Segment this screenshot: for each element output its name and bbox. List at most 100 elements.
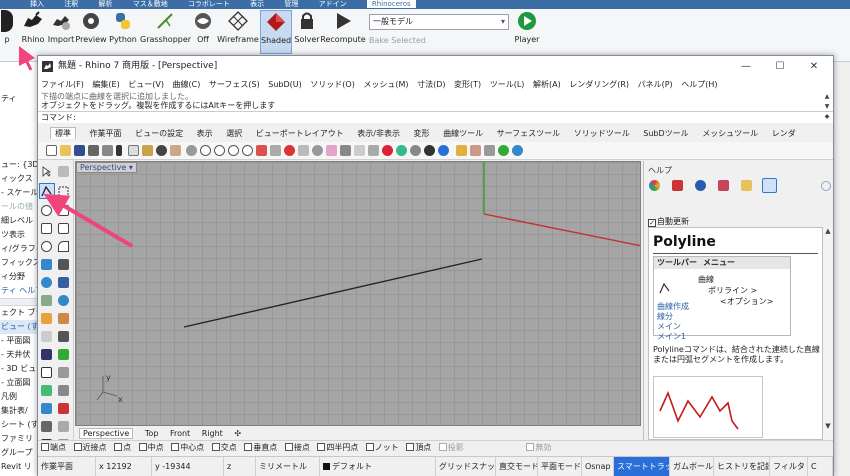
status-cplane[interactable]: 作業平面 xyxy=(38,457,96,476)
osnap-disable[interactable]: 無効 xyxy=(526,443,551,452)
osnap-intersection[interactable]: 交点 xyxy=(211,443,237,452)
menu-panels[interactable]: パネル(P) xyxy=(638,80,673,89)
host-menu-item[interactable]: 解析 xyxy=(98,0,112,8)
box-icon[interactable] xyxy=(58,223,69,234)
osnap-end[interactable]: 端点 xyxy=(41,443,66,452)
osnap-near[interactable]: 近接点 xyxy=(73,443,107,452)
bake-selected-button[interactable]: Bake Selected xyxy=(369,36,426,45)
maximize-button[interactable]: ☐ xyxy=(763,56,797,77)
select-icon[interactable] xyxy=(284,145,295,156)
add-viewtab-icon[interactable]: ✣ xyxy=(234,429,241,438)
osnap-vertex[interactable]: 頂点 xyxy=(406,443,431,452)
rhino-button[interactable]: Rhino xyxy=(20,10,46,54)
host-menu-item[interactable]: 注釈 xyxy=(64,0,78,8)
light-icon[interactable] xyxy=(354,145,365,156)
menu-subd[interactable]: SubD(U) xyxy=(268,80,301,89)
menu-edit[interactable]: 編集(E) xyxy=(92,80,119,89)
host-menu-item[interactable]: 挿入 xyxy=(30,0,44,8)
browser-item[interactable]: 凡例 xyxy=(0,390,39,404)
viewtab-right[interactable]: Right xyxy=(202,429,223,438)
perspective-viewport[interactable]: y x Perspective ▾ xyxy=(75,161,641,426)
polyline-tool-button[interactable] xyxy=(39,183,55,199)
layer-icon[interactable] xyxy=(368,145,379,156)
help-link[interactable]: メイン xyxy=(657,322,689,332)
four-views-icon[interactable] xyxy=(270,145,281,156)
tab-standard[interactable]: 標準 xyxy=(50,127,76,139)
help-link[interactable]: 曲線作成 xyxy=(657,302,689,312)
browser-item[interactable]: - 3D ビュ xyxy=(0,362,39,376)
tab-cplanes[interactable]: 作業平面 xyxy=(90,129,122,138)
host-menu-item[interactable]: アドイン xyxy=(319,0,347,8)
wireframe-button[interactable]: Wireframe xyxy=(217,10,259,54)
cplane-icon[interactable] xyxy=(298,145,309,156)
menu-view[interactable]: ビュー(V) xyxy=(128,80,164,89)
browser-item[interactable]: ビュー (す xyxy=(0,320,39,334)
solid-icon[interactable] xyxy=(58,277,69,288)
preview-button[interactable]: Preview xyxy=(75,10,107,54)
circle-icon[interactable] xyxy=(41,205,52,216)
browser-item[interactable]: シート (す xyxy=(0,418,39,432)
polygon-icon[interactable] xyxy=(58,186,69,197)
viewtab-perspective[interactable]: Perspective xyxy=(79,428,134,439)
dimension-icon[interactable] xyxy=(41,349,52,360)
browser-item[interactable]: Revit リ xyxy=(0,460,39,474)
status-gumball[interactable]: ガムボール xyxy=(670,457,714,476)
command-scroll[interactable]: ▲ ▼ ◆ xyxy=(823,92,831,123)
curve-icon[interactable] xyxy=(58,241,69,252)
menu-mesh[interactable]: メッシュ(M) xyxy=(363,80,408,89)
environment-icon[interactable] xyxy=(498,145,509,156)
zoom-icon[interactable] xyxy=(200,145,211,156)
options-icon[interactable] xyxy=(484,145,495,156)
copy-icon[interactable] xyxy=(128,145,139,156)
menu-render[interactable]: レンダリング(R) xyxy=(569,80,629,89)
properties-icon[interactable] xyxy=(102,145,113,156)
tab-solid-tools[interactable]: ソリッドツール xyxy=(574,129,630,138)
command-line[interactable]: コマンド: xyxy=(38,111,833,123)
category-combo[interactable]: 一般モデル xyxy=(369,14,509,30)
viewtab-top[interactable]: Top xyxy=(145,429,159,438)
menu-solid[interactable]: ソリッド(O) xyxy=(310,80,355,89)
transform-icon[interactable] xyxy=(58,367,69,378)
polyline-object[interactable] xyxy=(183,258,483,328)
minimize-button[interactable]: — xyxy=(729,56,763,77)
subd-icon[interactable] xyxy=(58,295,69,306)
tab-viewport-layout[interactable]: ビューポートレイアウト xyxy=(256,129,344,138)
python-button[interactable]: Python xyxy=(108,10,138,54)
array-icon[interactable] xyxy=(41,385,52,396)
status-filter[interactable]: フィルタ xyxy=(770,457,808,476)
layers-panel-icon[interactable] xyxy=(672,180,683,191)
browser-item[interactable]: - 平面図 xyxy=(0,334,39,348)
lights-panel-icon[interactable] xyxy=(718,180,729,191)
solver-button[interactable]: Solver xyxy=(293,10,321,54)
status-smarttrack[interactable]: スマートトラック xyxy=(614,457,670,476)
browser-item[interactable]: グループ xyxy=(0,446,39,460)
status-osnap[interactable]: Osnap xyxy=(582,457,614,476)
host-menu-item[interactable]: 管理 xyxy=(284,0,298,8)
copy-tool-icon[interactable] xyxy=(58,331,69,342)
menu-curve[interactable]: 曲線(C) xyxy=(173,80,201,89)
extrude-icon[interactable] xyxy=(58,259,69,270)
browser-item[interactable]: 集計表/ xyxy=(0,404,39,418)
osnap-mid[interactable]: 中点 xyxy=(138,443,164,452)
host-menu-item[interactable]: 表示 xyxy=(250,0,264,8)
menu-analyze[interactable]: 解析(A) xyxy=(533,80,561,89)
open-folder-icon[interactable] xyxy=(60,145,71,156)
grasshopper-button[interactable]: Grasshopper xyxy=(140,10,191,54)
new-file-icon[interactable] xyxy=(46,145,57,156)
render-icon[interactable] xyxy=(396,145,407,156)
osnap-knot[interactable]: ノット xyxy=(365,443,399,452)
rendered-sphere-icon[interactable] xyxy=(438,145,449,156)
arc-icon[interactable] xyxy=(41,241,52,252)
auto-update-checkbox[interactable]: ✓ 自動更新 xyxy=(648,216,689,227)
grid-icon[interactable] xyxy=(41,421,52,432)
osnap-tangent[interactable]: 接点 xyxy=(284,443,310,452)
status-layer[interactable]: デフォルト xyxy=(320,457,436,476)
undo-icon[interactable] xyxy=(156,145,167,156)
lights-icon[interactable] xyxy=(456,145,467,156)
rotate-view-icon[interactable] xyxy=(186,145,197,156)
block-icon[interactable] xyxy=(58,403,69,414)
rectangle-icon[interactable] xyxy=(58,205,69,216)
print-icon[interactable] xyxy=(88,145,99,156)
point-icon[interactable] xyxy=(58,166,69,177)
host-panel-row[interactable]: ュー: {3D} xyxy=(0,158,39,172)
